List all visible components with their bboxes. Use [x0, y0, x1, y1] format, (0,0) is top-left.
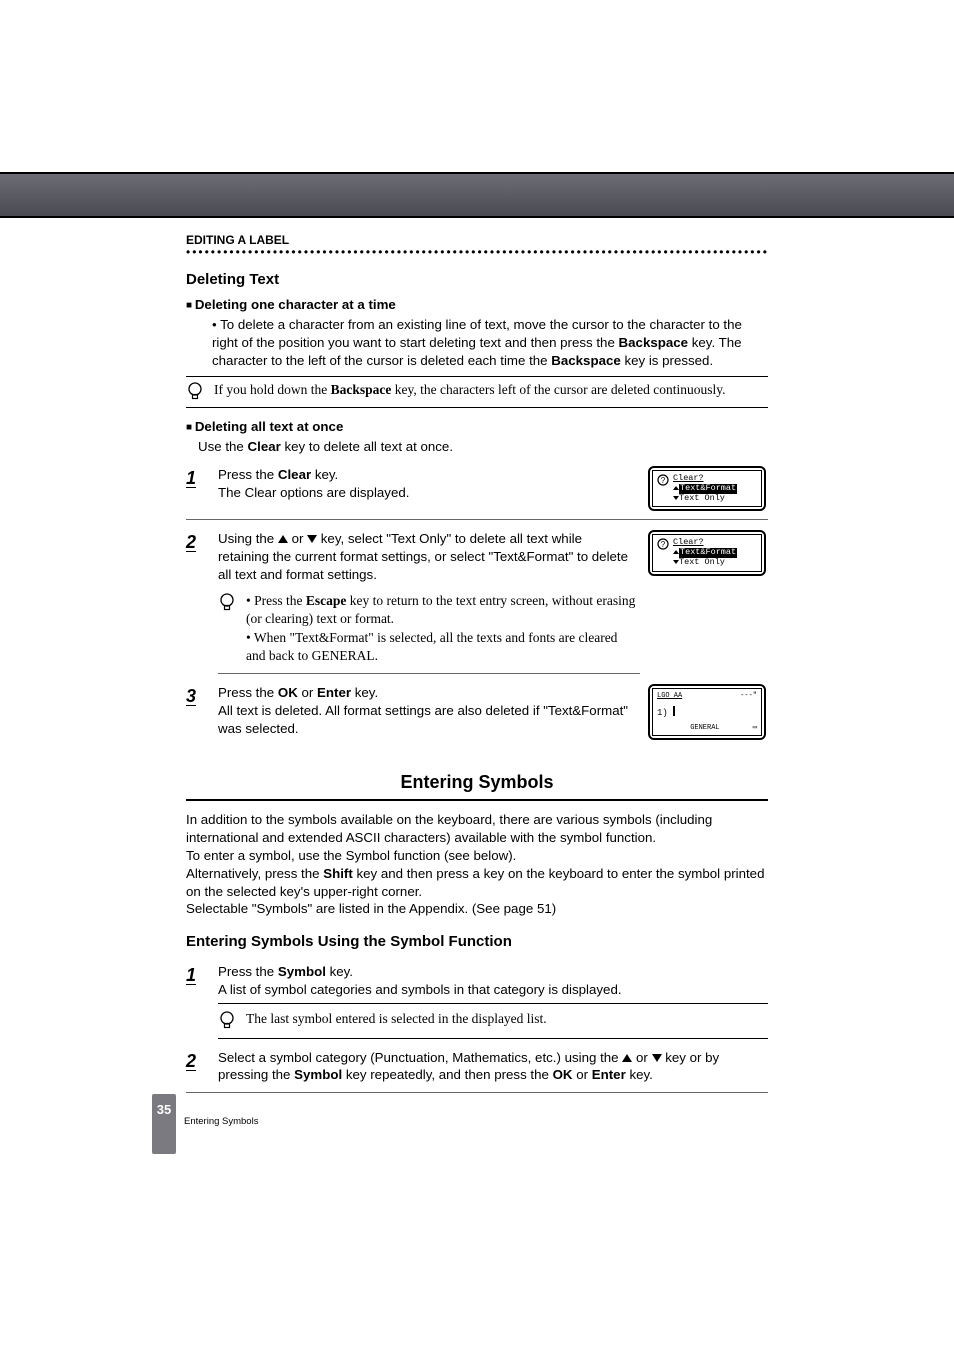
lcd-screen: ? Clear? Text&Format Text Only [648, 530, 766, 575]
note-backspace-hold: If you hold down the Backspace key, the … [214, 381, 725, 399]
footer-caption: Entering Symbols [184, 1116, 258, 1127]
heading-deleting-text: Deleting Text [186, 270, 768, 290]
heading-delete-all: Deleting all text at once [186, 418, 768, 436]
svg-text:?: ? [661, 476, 666, 485]
note-last-symbol: The last symbol entered is selected in t… [246, 1010, 547, 1028]
step2-text: Using the or key, select "Text Only" to … [218, 530, 628, 584]
svg-text:?: ? [661, 540, 666, 549]
heading-symbols-function: Entering Symbols Using the Symbol Functi… [186, 932, 768, 952]
up-arrow-icon [622, 1054, 632, 1062]
step-number: 3 [186, 684, 206, 708]
bulb-icon [218, 1010, 236, 1032]
sym-step2-text: Select a symbol category (Punctuation, M… [218, 1049, 768, 1085]
step-number: 1 [186, 963, 206, 987]
down-arrow-icon [307, 535, 317, 543]
bulb-icon [218, 592, 236, 614]
step-number: 1 [186, 466, 206, 490]
page-number: 35 [157, 1102, 171, 1117]
symbols-para3: Alternatively, press the Shift key and t… [186, 865, 768, 901]
text-delete-one-char: To delete a character from an existing l… [212, 316, 768, 370]
sym-step1-text: Press the Symbol key. A list of symbol c… [218, 963, 768, 999]
step3-text: Press the OK or Enter key. All text is d… [218, 684, 628, 738]
step-number: 2 [186, 530, 206, 554]
step1-text: Press the Clear key. The Clear options a… [218, 466, 628, 502]
text-use-clear-key: Use the Clear key to delete all text at … [198, 438, 768, 456]
question-icon: ? [657, 474, 669, 490]
heading-delete-one-char: Deleting one character at a time [186, 296, 768, 314]
question-icon: ? [657, 538, 669, 554]
lcd-screen: LGO AA---" 1) GENERAL▭ [648, 684, 766, 740]
up-arrow-icon [278, 535, 288, 543]
bulb-icon [186, 381, 204, 403]
divider-dots: ••••••••••••••••••••••••••••••••••••••••… [186, 244, 768, 256]
heading-entering-symbols: Entering Symbols [186, 770, 768, 800]
step-number: 2 [186, 1049, 206, 1073]
down-arrow-icon [652, 1054, 662, 1062]
symbols-para2: To enter a symbol, use the Symbol functi… [186, 847, 768, 865]
symbols-para1: In addition to the symbols available on … [186, 811, 768, 847]
note-step2: • Press the Escape key to return to the … [246, 592, 640, 665]
symbols-para4: Selectable "Symbols" are listed in the A… [186, 900, 768, 918]
lcd-screen: ? Clear? Text&Format Text Only [648, 466, 766, 511]
